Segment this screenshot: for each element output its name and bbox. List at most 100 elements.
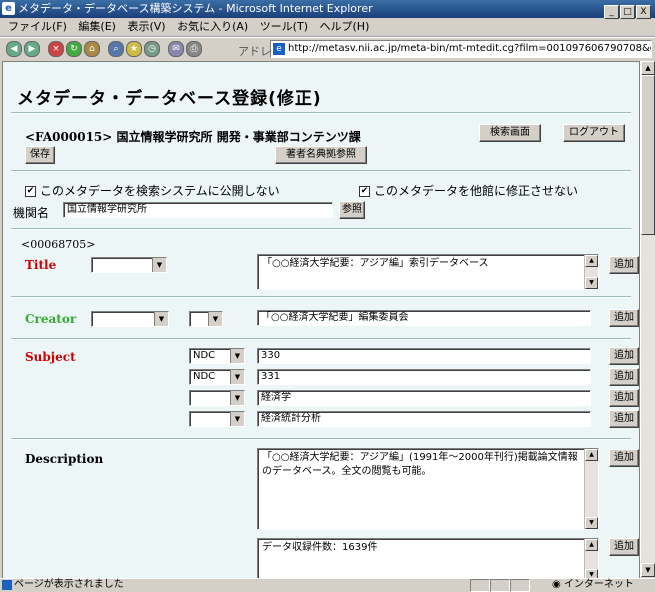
- description-value: 「○○経済大学紀要：アジア編」(1991年～2000年刊行)掲載論文情報のデータ…: [262, 452, 578, 477]
- ie-icon: e: [2, 2, 15, 15]
- textarea-scrollbar[interactable]: ▲ ▼: [584, 255, 598, 289]
- agency-label: 機関名: [13, 206, 50, 220]
- menu-bar: ファイル(F) 編集(E) 表示(V) お気に入り(A) ツール(T) ヘルプ(…: [0, 18, 655, 37]
- agency-reference-button[interactable]: 参照: [339, 201, 365, 219]
- subject-add-button[interactable]: 追加: [609, 347, 639, 365]
- subject-scheme-select[interactable]: ▼: [189, 390, 245, 406]
- menu-tools[interactable]: ツール(T): [260, 18, 308, 36]
- scroll-thumb[interactable]: [641, 75, 655, 235]
- record-id: <00068705>: [21, 238, 96, 251]
- close-button[interactable]: X: [636, 5, 651, 19]
- no-edit-checkbox[interactable]: ✔ このメタデータを他館に修正させない: [359, 182, 578, 199]
- refresh-icon[interactable]: ↻: [66, 41, 82, 57]
- title-lang-select[interactable]: ▼: [91, 257, 167, 273]
- subject-scheme-select[interactable]: NDC ▼: [189, 348, 245, 364]
- menu-file[interactable]: ファイル(F): [8, 18, 67, 36]
- author-reference-button[interactable]: 著者名典拠参照: [275, 146, 367, 164]
- description-add-button[interactable]: 追加: [609, 449, 639, 467]
- organization-heading: <FA000015> 国立情報学研究所 開発・事業部コンテンツ課: [25, 130, 361, 144]
- search-icon[interactable]: ⌕: [108, 41, 124, 57]
- scroll-up-icon[interactable]: ▲: [641, 61, 655, 75]
- page-icon: e: [273, 43, 285, 55]
- subject-add-button[interactable]: 追加: [609, 410, 639, 428]
- chevron-down-icon: ▼: [230, 370, 244, 384]
- creator-add-button[interactable]: 追加: [609, 309, 639, 327]
- status-cell: [490, 579, 510, 592]
- title-add-button[interactable]: 追加: [609, 256, 639, 274]
- history-icon[interactable]: ◷: [144, 41, 160, 57]
- status-text: ページが表示されました: [14, 579, 124, 590]
- divider: [11, 438, 631, 440]
- subject-add-button[interactable]: 追加: [609, 368, 639, 386]
- no-edit-label: このメタデータを他館に修正させない: [374, 184, 579, 198]
- menu-help[interactable]: ヘルプ(H): [320, 18, 370, 36]
- logout-button[interactable]: ログアウト: [563, 124, 625, 142]
- divider: [11, 228, 631, 230]
- description-textarea-2[interactable]: データ収録件数：1639件 ▲ ▼: [257, 538, 599, 578]
- stop-icon[interactable]: ×: [48, 41, 64, 57]
- description-value-2: データ収録件数：1639件: [262, 542, 378, 553]
- divider: [11, 338, 631, 340]
- chevron-down-icon: ▼: [230, 391, 244, 405]
- subject-scheme-select[interactable]: NDC ▼: [189, 369, 245, 385]
- title-label: Title: [25, 258, 57, 272]
- maximize-button[interactable]: □: [620, 5, 635, 19]
- textarea-scrollbar[interactable]: ▲ ▼: [584, 449, 598, 529]
- subject-scheme-select[interactable]: ▼: [189, 411, 245, 427]
- toolbar: ◀ ▶ × ↻ ⌂ ⌕ ★ ◷ ✉ ⎙ アドレス(D) e http://meta…: [0, 37, 655, 60]
- forward-icon[interactable]: ▶: [24, 41, 40, 57]
- status-cell: [470, 579, 490, 592]
- back-icon[interactable]: ◀: [6, 41, 22, 57]
- title-textarea[interactable]: 「○○経済大学紀要：アジア編」索引データベース ▲ ▼: [257, 254, 599, 290]
- search-screen-button[interactable]: 検索画面: [479, 124, 541, 142]
- menu-favorites[interactable]: お気に入り(A): [177, 18, 248, 36]
- window-title: メタデータ・データベース構築システム - Microsoft Internet …: [18, 2, 373, 15]
- subject-input[interactable]: 331: [257, 369, 591, 385]
- description-textarea[interactable]: 「○○経済大学紀要：アジア編」(1991年～2000年刊行)掲載論文情報のデータ…: [257, 448, 599, 530]
- textarea-scrollbar[interactable]: ▲ ▼: [584, 539, 598, 578]
- internet-zone: ◉ インターネット: [552, 579, 634, 590]
- minimize-button[interactable]: _: [604, 5, 619, 19]
- checkmark-icon: ✔: [25, 186, 36, 197]
- title-value: 「○○経済大学紀要：アジア編」索引データベース: [262, 258, 489, 269]
- divider: [11, 112, 631, 114]
- creator-lang-select[interactable]: ▼: [91, 311, 169, 327]
- creator-role-select[interactable]: ▼: [189, 311, 223, 327]
- page-scrollbar[interactable]: ▲ ▼: [640, 61, 655, 577]
- creator-label: Creator: [25, 312, 77, 326]
- address-url: http://metasv.nii.ac.jp/meta-bin/mt-mted…: [288, 43, 651, 54]
- no-publish-checkbox[interactable]: ✔ このメタデータを検索システムに公開しない: [25, 182, 280, 199]
- divider: [11, 170, 631, 172]
- subject-input[interactable]: 330: [257, 348, 591, 364]
- page-done-icon: [2, 580, 12, 590]
- globe-icon: ◉: [552, 579, 564, 590]
- chevron-down-icon: ▼: [152, 258, 166, 272]
- agency-input[interactable]: 国立情報学研究所: [63, 202, 333, 218]
- mail-icon[interactable]: ✉: [168, 41, 184, 57]
- subject-input[interactable]: 経済学: [257, 390, 591, 406]
- no-publish-label: このメタデータを検索システムに公開しない: [40, 184, 280, 198]
- chevron-down-icon: ▼: [154, 312, 168, 326]
- status-cell: [510, 579, 530, 592]
- creator-input[interactable]: 「○○経済大学紀要」編集委員会: [257, 310, 591, 326]
- home-icon[interactable]: ⌂: [84, 41, 100, 57]
- divider: [11, 296, 631, 298]
- save-button[interactable]: 保存: [25, 146, 55, 164]
- status-bar: ページが表示されました ◉ インターネット: [0, 578, 655, 592]
- chevron-down-icon: ▼: [230, 349, 244, 363]
- scroll-down-icon[interactable]: ▼: [641, 563, 655, 577]
- menu-view[interactable]: 表示(V): [127, 18, 165, 36]
- description-add-button-2[interactable]: 追加: [609, 538, 639, 556]
- menu-edit[interactable]: 編集(E): [78, 18, 116, 36]
- description-label: Description: [25, 452, 104, 466]
- print-icon[interactable]: ⎙: [186, 41, 202, 57]
- subject-input[interactable]: 経済統計分析: [257, 411, 591, 427]
- address-input[interactable]: e http://metasv.nii.ac.jp/meta-bin/mt-mte…: [270, 40, 652, 58]
- checkmark-icon: ✔: [359, 186, 370, 197]
- favorites-icon[interactable]: ★: [126, 41, 142, 57]
- subject-label: Subject: [25, 350, 76, 364]
- chevron-down-icon: ▼: [208, 312, 222, 326]
- page-content: メタデータ・データベース登録(修正) <FA000015> 国立情報学研究所 開…: [2, 61, 640, 579]
- subject-add-button[interactable]: 追加: [609, 389, 639, 407]
- window-titlebar: e メタデータ・データベース構築システム - Microsoft Interne…: [0, 0, 655, 19]
